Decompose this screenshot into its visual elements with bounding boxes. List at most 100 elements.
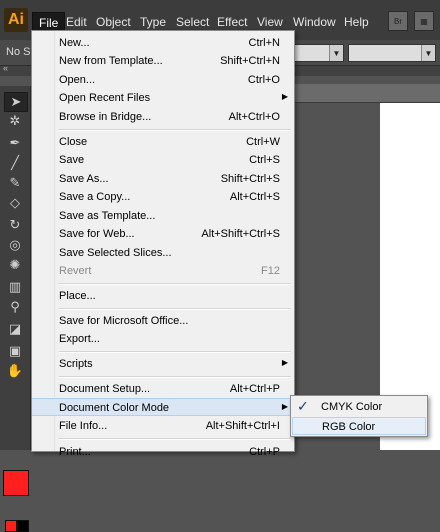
- menu-item-shortcut: Ctrl+S: [249, 154, 280, 166]
- menu-separator: [59, 351, 291, 353]
- submenu-item-label: CMYK Color: [321, 401, 383, 413]
- magic-wand-icon[interactable]: ✲: [4, 112, 26, 130]
- eyedropper-icon[interactable]: ⚲: [4, 298, 26, 316]
- menu-object[interactable]: Object: [92, 14, 135, 30]
- menu-item-open[interactable]: Open... Ctrl+O: [32, 71, 294, 89]
- collapse-arrows-icon[interactable]: «: [3, 63, 8, 73]
- menu-item-open-recent[interactable]: Open Recent Files ▶: [32, 89, 294, 107]
- menu-item-save-as[interactable]: Save As... Shift+Ctrl+S: [32, 170, 294, 188]
- chevron-down-icon: ▼: [329, 45, 343, 61]
- submenu-item-cmyk[interactable]: ✓ CMYK Color: [291, 398, 427, 416]
- menu-item-label: Open...: [59, 74, 96, 86]
- chevron-down-icon: ▼: [421, 45, 435, 61]
- menu-item-label: New...: [59, 37, 90, 49]
- bridge-icon[interactable]: Br: [388, 11, 408, 31]
- tools-panel: ➤ ✲ ✒ ╱ ✎ ◇ ↻ ◎ ✺ ▥ ⚲ ◪ ▣ ✋: [0, 86, 31, 532]
- menu-item-label: Document Color Mode: [59, 402, 170, 414]
- menu-item-shortcut: Shift+Ctrl+S: [220, 173, 280, 185]
- document-tab-bar[interactable]: [288, 84, 440, 103]
- menu-item-save-slices[interactable]: Save Selected Slices...: [32, 244, 294, 262]
- arrange-documents-icon[interactable]: ▦: [414, 11, 434, 31]
- menu-item-label: File Info...: [59, 420, 108, 432]
- pen-tool-icon[interactable]: ✒: [4, 134, 26, 152]
- control-dropdown-1[interactable]: ▼: [290, 44, 344, 62]
- menu-item-label: Save: [59, 154, 85, 166]
- menu-help[interactable]: Help: [340, 14, 373, 30]
- checkmark-icon: ✓: [297, 398, 309, 414]
- menu-item-save-for-web[interactable]: Save for Web... Alt+Shift+Ctrl+S: [32, 225, 294, 243]
- graph-tool-icon[interactable]: ▥: [4, 278, 26, 296]
- warp-tool-icon[interactable]: ◎: [4, 236, 26, 254]
- menu-view[interactable]: View: [253, 14, 287, 30]
- menu-item-label: Save as Template...: [59, 210, 156, 222]
- menu-item-shortcut: Ctrl+W: [246, 136, 280, 148]
- control-dropdown-2[interactable]: ▼: [348, 44, 436, 62]
- menu-type[interactable]: Type: [136, 14, 170, 30]
- hand-tool-icon[interactable]: ✋: [4, 362, 26, 380]
- menu-item-label: Document Setup...: [59, 383, 151, 395]
- selection-tool-icon[interactable]: ➤: [4, 92, 28, 112]
- menu-item-shortcut: Alt+Ctrl+P: [229, 383, 280, 395]
- menu-item-label: Place...: [59, 290, 96, 302]
- menu-item-document-color-mode[interactable]: Document Color Mode ▶: [32, 398, 294, 416]
- menu-item-save-template[interactable]: Save as Template...: [32, 207, 294, 225]
- menu-item-print[interactable]: Print... Ctrl+P: [32, 443, 294, 461]
- menu-item-label: Save Selected Slices...: [59, 247, 172, 259]
- paintbrush-icon[interactable]: ✎: [4, 174, 26, 192]
- menu-item-save[interactable]: Save Ctrl+S: [32, 151, 294, 169]
- menu-item-revert: Revert F12: [32, 262, 294, 280]
- submenu-arrow-icon: ▶: [281, 92, 288, 101]
- artboard-tool-icon[interactable]: ▣: [4, 342, 26, 360]
- menu-item-shortcut: Shift+Ctrl+N: [220, 55, 280, 67]
- menu-item-new[interactable]: New... Ctrl+N: [32, 34, 294, 52]
- menu-separator: [59, 376, 291, 378]
- menu-item-scripts[interactable]: Scripts ▶: [32, 355, 294, 373]
- menu-item-shortcut: Ctrl+N: [248, 37, 280, 49]
- menu-item-label: New from Template...: [59, 55, 163, 67]
- menu-item-export[interactable]: Export...: [32, 330, 294, 348]
- menu-item-label: Scripts: [59, 358, 93, 370]
- eraser-icon[interactable]: ◇: [4, 194, 26, 212]
- menu-item-label: Print...: [59, 446, 91, 458]
- menu-item-place[interactable]: Place...: [32, 287, 294, 305]
- menu-window[interactable]: Window: [289, 14, 340, 30]
- menu-item-label: Save for Microsoft Office...: [59, 315, 189, 327]
- submenu-item-rgb[interactable]: RGB Color: [292, 417, 426, 435]
- menu-item-shortcut: Alt+Shift+Ctrl+S: [201, 228, 280, 240]
- menu-item-shortcut: Alt+Shift+Ctrl+I: [205, 420, 280, 432]
- menu-item-shortcut: Ctrl+O: [247, 74, 280, 86]
- menu-item-save-office[interactable]: Save for Microsoft Office...: [32, 312, 294, 330]
- gradient-mode-swatch[interactable]: [17, 520, 29, 532]
- menu-item-save-copy[interactable]: Save a Copy... Alt+Ctrl+S: [32, 188, 294, 206]
- menu-item-shortcut: Alt+Ctrl+O: [228, 111, 280, 123]
- app-logo: Ai: [4, 8, 28, 32]
- symbol-sprayer-icon[interactable]: ✺: [4, 256, 26, 274]
- menu-item-shortcut: Ctrl+P: [249, 446, 280, 458]
- menu-separator: [59, 308, 291, 310]
- file-menu: New... Ctrl+N New from Template... Shift…: [31, 30, 295, 458]
- color-mode-swatch[interactable]: [5, 520, 17, 532]
- line-tool-icon[interactable]: ╱: [4, 154, 26, 172]
- submenu-arrow-icon: ▶: [281, 402, 288, 411]
- rotate-tool-icon[interactable]: ↻: [4, 216, 26, 234]
- menu-item-shortcut: Alt+Ctrl+S: [229, 191, 280, 203]
- menu-edit[interactable]: Edit: [62, 14, 91, 30]
- menu-item-new-from-template[interactable]: New from Template... Shift+Ctrl+N: [32, 52, 294, 70]
- menu-item-close[interactable]: Close Ctrl+W: [32, 133, 294, 151]
- menu-item-shortcut: F12: [261, 265, 280, 277]
- menu-separator: [59, 283, 291, 285]
- menu-item-browse-bridge[interactable]: Browse in Bridge... Alt+Ctrl+O: [32, 108, 294, 126]
- menu-item-label: Export...: [59, 333, 100, 345]
- fill-color-swatch[interactable]: [3, 470, 29, 496]
- slice-tool-icon[interactable]: ◪: [4, 320, 26, 338]
- menu-separator: [59, 438, 291, 440]
- menu-item-label: Revert: [59, 265, 92, 277]
- menu-item-label: Close: [59, 136, 88, 148]
- menu-effect[interactable]: Effect: [213, 14, 251, 30]
- menu-item-document-setup[interactable]: Document Setup... Alt+Ctrl+P: [32, 380, 294, 398]
- color-mode-submenu: ✓ CMYK Color RGB Color: [290, 395, 428, 437]
- menu-item-file-info[interactable]: File Info... Alt+Shift+Ctrl+I: [32, 417, 294, 435]
- menu-item-label: Browse in Bridge...: [59, 111, 152, 123]
- menu-select[interactable]: Select: [172, 14, 213, 30]
- submenu-item-label: RGB Color: [322, 421, 376, 433]
